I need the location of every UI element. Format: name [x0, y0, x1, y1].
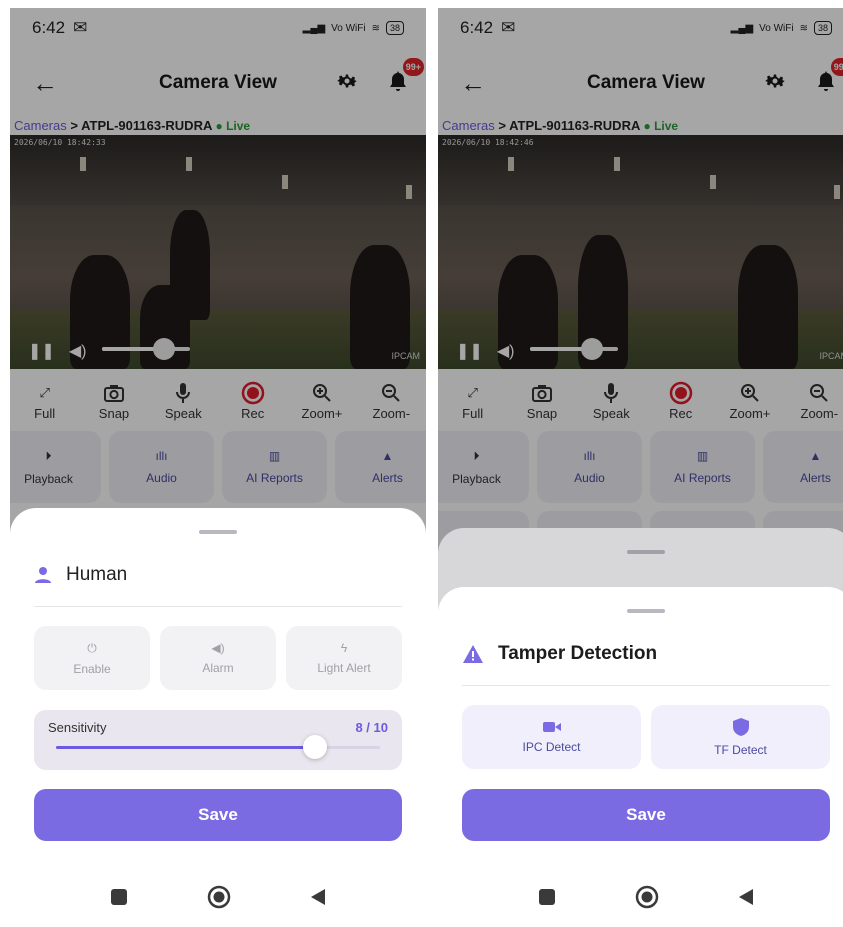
power-icon: ⏻	[87, 640, 97, 655]
warning-icon	[463, 645, 483, 663]
enable-label: Enable	[73, 661, 111, 676]
tf-detect-button[interactable]: TF Detect	[651, 705, 830, 769]
home-icon[interactable]	[635, 885, 659, 914]
sheet-title: Human	[66, 564, 128, 585]
phone-screen-right: 6:42 ✉ ▂▄▆ Vo WiFi ≋ 38 ← Camera View 99…	[438, 8, 843, 927]
sheet-drag-handle[interactable]	[627, 609, 665, 613]
option-buttons: ⏻ Enable ◀) Alarm ϟ Light Alert	[34, 626, 402, 690]
sensitivity-slider[interactable]	[56, 735, 380, 759]
alarm-button[interactable]: ◀) Alarm	[160, 626, 276, 690]
ipc-detect-button[interactable]: IPC Detect	[462, 705, 641, 769]
sheet-header: Human	[34, 564, 127, 586]
light-alert-button[interactable]: ϟ Light Alert	[286, 626, 402, 690]
home-icon[interactable]	[207, 885, 231, 914]
shield-icon	[732, 718, 749, 736]
sheet-divider	[34, 606, 402, 607]
option-buttons: IPC Detect TF Detect	[462, 705, 830, 769]
save-button[interactable]: Save	[34, 789, 402, 841]
sensitivity-slider-fill	[56, 746, 316, 749]
sensitivity-slider-knob[interactable]	[303, 735, 328, 759]
speaker-icon: ◀)	[211, 641, 225, 655]
back-icon[interactable]	[739, 888, 753, 910]
screenshot-pair: 6:42 ✉ ▂▄▆ Vo WiFi ≋ 38 ← Camera View 99…	[0, 0, 843, 927]
sheet-drag-handle[interactable]	[199, 530, 237, 534]
phone-screen-left: 6:42 ✉ ▂▄▆ Vo WiFi ≋ 38 ← Camera View 99…	[10, 8, 426, 927]
human-detection-sheet: Human ⏻ Enable ◀) Alarm ϟ Light Alert Se…	[10, 508, 426, 927]
back-icon[interactable]	[311, 888, 325, 910]
person-icon	[35, 567, 51, 583]
sensitivity-label: Sensitivity	[48, 720, 107, 735]
video-camera-icon	[542, 722, 561, 732]
tamper-detection-sheet: Tamper Detection IPC Detect TF Detect Sa…	[438, 587, 843, 927]
recents-icon[interactable]	[111, 888, 127, 910]
system-nav-bar	[438, 871, 843, 927]
tf-detect-label: TF Detect	[714, 743, 767, 757]
light-alert-label: Light Alert	[317, 661, 371, 675]
sensitivity-control: Sensitivity 8 / 10	[34, 710, 402, 770]
sheet-title: Tamper Detection	[498, 643, 658, 664]
sensitivity-value: 8 / 10	[355, 720, 388, 735]
flash-icon: ϟ	[340, 641, 348, 655]
system-nav-bar	[10, 871, 426, 927]
enable-button[interactable]: ⏻ Enable	[34, 626, 150, 690]
ipc-detect-label: IPC Detect	[522, 740, 581, 754]
recents-icon[interactable]	[539, 888, 555, 910]
alarm-label: Alarm	[202, 661, 234, 675]
sheet-header: Tamper Detection	[462, 643, 657, 665]
save-button[interactable]: Save	[462, 789, 830, 841]
sheet-divider	[462, 685, 830, 686]
